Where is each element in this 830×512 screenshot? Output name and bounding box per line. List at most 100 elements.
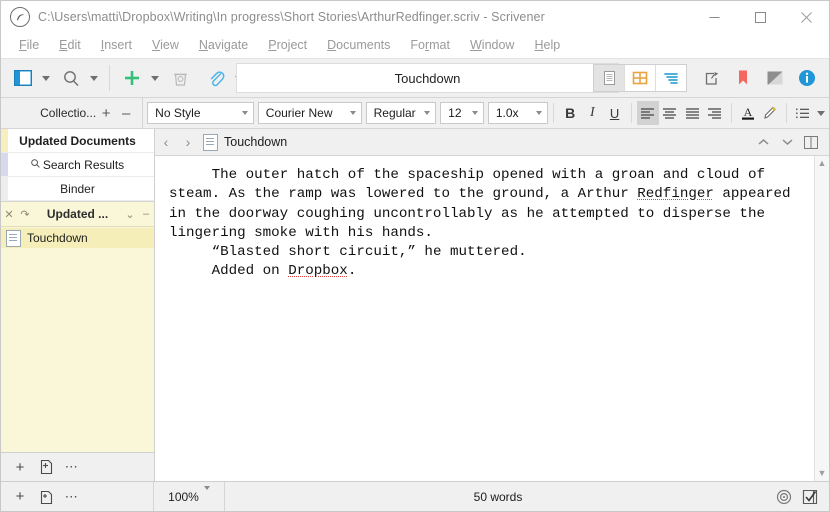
- format-separator-1: [553, 103, 555, 123]
- maximize-button[interactable]: [737, 1, 783, 33]
- chevron-down-icon: [203, 485, 210, 504]
- menu-window-label: W: [469, 38, 482, 52]
- split-view-icon[interactable]: [799, 129, 823, 155]
- plus-icon[interactable]: [116, 59, 148, 97]
- main-toolbar: Touchdown: [1, 59, 829, 98]
- trash-icon[interactable]: [164, 59, 196, 97]
- menu-view[interactable]: View: [142, 33, 189, 58]
- underline-button[interactable]: U: [604, 101, 626, 125]
- font-family-select[interactable]: Courier New: [257, 102, 362, 124]
- target-icon[interactable]: [771, 482, 797, 511]
- plus-icon[interactable]: +: [7, 483, 33, 511]
- font-family-value: Courier New: [265, 106, 333, 120]
- close-x-icon[interactable]: ✕: [1, 208, 17, 221]
- style-select[interactable]: No Style: [147, 102, 254, 124]
- bullet-list-icon[interactable]: [792, 101, 814, 125]
- magnifier-icon[interactable]: [55, 59, 87, 97]
- editor-vertical-scrollbar[interactable]: ▲ ▼: [814, 156, 829, 481]
- text-color-button[interactable]: A: [736, 101, 758, 125]
- menu-file[interactable]: File: [9, 33, 49, 58]
- menu-documents[interactable]: Documents: [317, 33, 400, 58]
- status-left-group: + ⋯: [1, 482, 154, 511]
- line-spacing-select[interactable]: 1.0x: [487, 102, 549, 124]
- menu-documents-label: D: [327, 38, 337, 52]
- menu-edit[interactable]: Edit: [49, 33, 91, 58]
- search-dropdown[interactable]: [87, 59, 103, 97]
- chevron-down-icon[interactable]: [775, 129, 799, 155]
- document-icon: [6, 229, 21, 247]
- document-text-pane[interactable]: The outer hatch of the spaceship opened …: [155, 156, 814, 481]
- view-mode-outliner[interactable]: [656, 65, 686, 91]
- new-document-icon[interactable]: [33, 453, 59, 481]
- menu-project[interactable]: Project: [258, 33, 317, 58]
- split-square-icon[interactable]: [759, 59, 791, 97]
- menu-window[interactable]: Window: [460, 33, 524, 58]
- plus-icon[interactable]: +: [7, 453, 33, 481]
- highlighter-icon[interactable]: [759, 101, 781, 125]
- chevron-down-icon[interactable]: ▼: [818, 469, 827, 478]
- editor-pane: ‹ › Touchdown The outer hatch of the spa…: [155, 129, 829, 481]
- bookmark-icon[interactable]: [727, 59, 759, 97]
- align-right-button[interactable]: [703, 101, 725, 125]
- menu-navigate-label: N: [198, 38, 208, 52]
- chevron-left-icon[interactable]: ‹: [155, 129, 177, 155]
- menu-navigate[interactable]: Navigate: [189, 33, 258, 58]
- new-document-icon[interactable]: [33, 483, 59, 511]
- chevron-down-icon: [531, 111, 547, 115]
- view-mode-document[interactable]: [594, 65, 625, 91]
- list-dropdown[interactable]: [814, 101, 829, 125]
- chevron-right-icon[interactable]: ›: [177, 129, 199, 155]
- menu-help[interactable]: Help: [524, 33, 570, 58]
- document-icon: [203, 133, 218, 151]
- document-paragraph-1: The outer hatch of the spaceship opened …: [169, 167, 800, 241]
- collection-tab-updated-documents[interactable]: Updated Documents: [1, 129, 154, 153]
- share-arrow-icon[interactable]: [695, 59, 727, 97]
- font-size-select[interactable]: 12: [440, 102, 484, 124]
- misspelled-word: Redfinger: [637, 186, 714, 203]
- collection-tab-binder[interactable]: Binder: [1, 177, 154, 201]
- add-dropdown[interactable]: [148, 59, 164, 97]
- paperclip-icon[interactable]: [200, 59, 232, 97]
- document-paragraph-2: “Blasted short circuit,” he muttered.: [169, 244, 527, 261]
- ellipsis-icon[interactable]: ⋯: [59, 453, 85, 481]
- minus-icon[interactable]: –: [138, 208, 154, 220]
- ellipsis-icon[interactable]: ⋯: [59, 483, 85, 511]
- panel-left-dropdown[interactable]: [39, 59, 55, 97]
- magnifier-icon: [31, 158, 40, 171]
- align-center-button[interactable]: [659, 101, 681, 125]
- zoom-select[interactable]: 100%: [154, 482, 225, 511]
- view-mode-corkboard[interactable]: [625, 65, 656, 91]
- editor-header-right: [751, 129, 829, 155]
- bold-button[interactable]: B: [559, 101, 581, 125]
- font-size-value: 12: [448, 106, 462, 120]
- collections-controls: Collectio... + –: [1, 98, 144, 128]
- format-bar: Collectio... + – No Style Courier New Re…: [1, 98, 829, 129]
- info-circle-icon[interactable]: [791, 59, 823, 97]
- menu-bar: File Edit Insert View Navigate Project D…: [1, 33, 829, 59]
- collection-tab-search-results[interactable]: Search Results: [1, 153, 154, 177]
- scrivener-logo-icon: [10, 7, 30, 27]
- collection-tab-list: Updated Documents Search Results Binder: [1, 129, 154, 202]
- document-paragraph-3: Added on Dropbox.: [169, 263, 357, 280]
- minus-icon[interactable]: –: [116, 98, 136, 128]
- list-item[interactable]: Touchdown: [1, 228, 154, 248]
- close-button[interactable]: [783, 1, 829, 33]
- menu-format[interactable]: Format: [400, 33, 460, 58]
- align-justify-button[interactable]: [681, 101, 703, 125]
- checkmark-box-icon[interactable]: [797, 482, 823, 511]
- minimize-button[interactable]: [691, 1, 737, 33]
- view-mode-group: [593, 64, 687, 92]
- menu-insert-label: I: [100, 38, 105, 52]
- refresh-arrow-icon[interactable]: ↷: [17, 208, 33, 221]
- italic-button[interactable]: I: [581, 101, 603, 125]
- collections-label: Collectio...: [40, 106, 97, 120]
- menu-help-label: H: [534, 38, 544, 52]
- font-style-select[interactable]: Regular: [365, 102, 437, 124]
- chevron-up-icon[interactable]: ▲: [818, 159, 827, 168]
- plus-icon[interactable]: +: [96, 98, 116, 128]
- chevron-up-icon[interactable]: [751, 129, 775, 155]
- align-left-button[interactable]: [636, 101, 659, 125]
- chevron-down-icon[interactable]: ⌄: [122, 208, 138, 221]
- menu-insert[interactable]: Insert: [91, 33, 142, 58]
- panel-left-icon[interactable]: [7, 59, 39, 97]
